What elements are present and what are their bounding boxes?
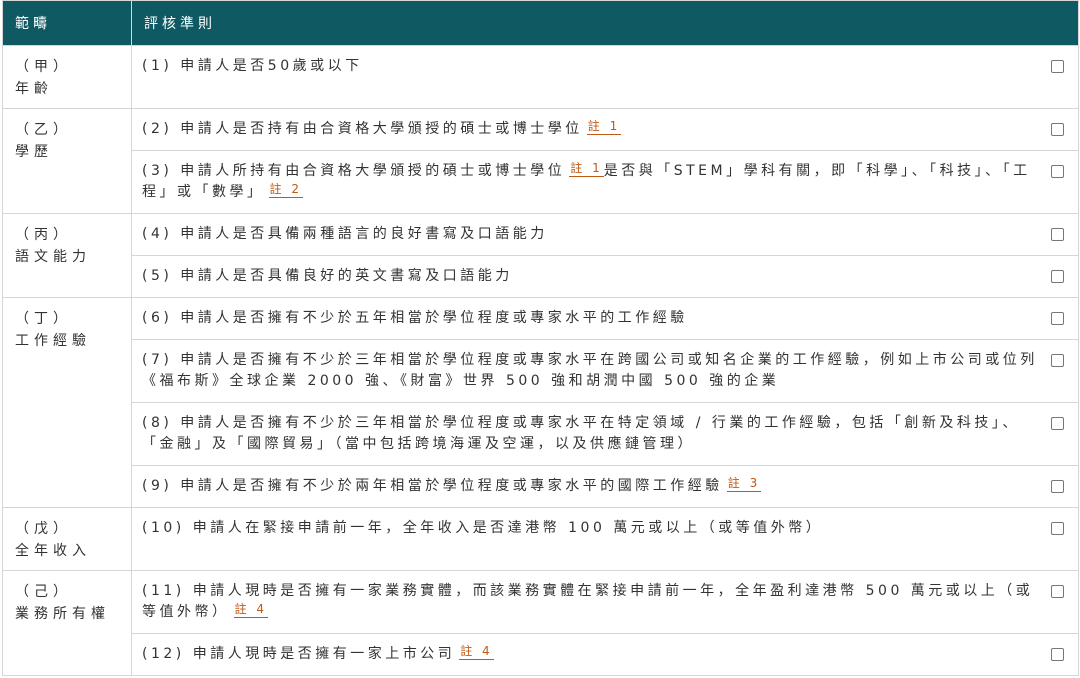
table-row: (3) 申請人所持有由合資格大學頒授的碩士或博士學位註 1是否與「STEM」學科… xyxy=(3,150,1079,214)
criterion-1: (1) 申請人是否50歲或以下 xyxy=(131,45,1079,109)
criterion-9: (9) 申請人是否擁有不少於兩年相當於學位程度或專家水平的國際工作經驗註 3 xyxy=(131,465,1079,508)
category-cell-annual-income: （戊） 全年收入 xyxy=(2,507,132,571)
category-label: 語文能力 xyxy=(15,249,91,265)
criterion-1-checkbox[interactable] xyxy=(1051,60,1064,73)
criterion-text: (2) 申請人是否持有由合資格大學頒授的碩士或博士學位 xyxy=(142,121,583,137)
table-header-row: 範疇 評核準則 xyxy=(2,0,1079,46)
table-row: （甲） 年齡 (1) 申請人是否50歲或以下 xyxy=(2,45,1079,109)
category-cell-education: （乙） 學歷 xyxy=(2,108,132,214)
criterion-3: (3) 申請人所持有由合資格大學頒授的碩士或博士學位註 1是否與「STEM」學科… xyxy=(131,150,1079,214)
criterion-text: (7) 申請人是否擁有不少於三年相當於學位程度或專家水平在跨國公司或知名企業的工… xyxy=(142,352,1038,389)
category-cell-age: （甲） 年齡 xyxy=(2,45,132,109)
table-row: (9) 申請人是否擁有不少於兩年相當於學位程度或專家水平的國際工作經驗註 3 xyxy=(3,465,1079,508)
criterion-11: (11) 申請人現時是否擁有一家業務實體，而該業務實體在緊接申請前一年，全年盈利… xyxy=(131,570,1079,634)
criterion-8-checkbox[interactable] xyxy=(1051,417,1064,430)
criterion-10-checkbox[interactable] xyxy=(1051,522,1064,535)
criterion-text: (5) 申請人是否具備良好的英文書寫及口語能力 xyxy=(142,268,513,284)
table-row: （戊） 全年收入 (10) 申請人在緊接申請前一年，全年收入是否達港幣 100 … xyxy=(2,507,1079,571)
criterion-text: (11) 申請人現時是否擁有一家業務實體，而該業務實體在緊接申請前一年，全年盈利… xyxy=(142,583,1034,620)
category-cell-language: （丙） 語文能力 xyxy=(2,213,132,298)
criterion-text: (8) 申請人是否擁有不少於三年相當於學位程度或專家水平在特定領域 / 行業的工… xyxy=(142,415,1020,452)
category-label: 業務所有權 xyxy=(15,606,110,622)
table-row: （丁） 工作經驗 (6) 申請人是否擁有不少於五年相當於學位程度或專家水平的工作… xyxy=(2,297,1079,508)
category-label: 年齡 xyxy=(15,81,53,97)
criterion-10: (10) 申請人在緊接申請前一年，全年收入是否達港幣 100 萬元或以上（或等值… xyxy=(131,507,1079,571)
category-cell-work-experience: （丁） 工作經驗 xyxy=(2,297,132,508)
category-label: 全年收入 xyxy=(15,543,91,559)
footnote-link[interactable]: 註 3 xyxy=(726,476,762,492)
category-label: 學歷 xyxy=(15,144,53,160)
category-code: （甲） xyxy=(15,59,72,75)
category-code: （丁） xyxy=(15,311,72,327)
category-code: （己） xyxy=(15,584,72,600)
criterion-7-checkbox[interactable] xyxy=(1051,354,1064,367)
footnote-link[interactable]: 註 1 xyxy=(569,161,604,177)
assessment-table: 範疇 評核準則 （甲） 年齡 (1) 申請人是否50歲或以下 （乙） 學歷 (2… xyxy=(2,0,1079,676)
criterion-11-checkbox[interactable] xyxy=(1051,585,1064,598)
footnote-link[interactable]: 註 2 xyxy=(268,182,303,198)
criterion-2: (2) 申請人是否持有由合資格大學頒授的碩士或博士學位註 1 xyxy=(131,108,1079,151)
criterion-4: (4) 申請人是否具備兩種語言的良好書寫及口語能力 xyxy=(131,213,1079,256)
criterion-text: (10) 申請人在緊接申請前一年，全年收入是否達港幣 100 萬元或以上（或等值… xyxy=(142,520,824,536)
table-row: (5) 申請人是否具備良好的英文書寫及口語能力 xyxy=(3,255,1079,298)
criterion-text: (3) 申請人所持有由合資格大學頒授的碩士或博士學位 xyxy=(142,163,566,179)
criterion-text: (6) 申請人是否擁有不少於五年相當於學位程度或專家水平的工作經驗 xyxy=(142,310,688,326)
table-row: (7) 申請人是否擁有不少於三年相當於學位程度或專家水平在跨國公司或知名企業的工… xyxy=(3,339,1079,403)
criterion-8: (8) 申請人是否擁有不少於三年相當於學位程度或專家水平在特定領域 / 行業的工… xyxy=(131,402,1079,466)
criterion-text: (1) 申請人是否50歲或以下 xyxy=(142,58,363,74)
table-row: （己） 業務所有權 (11) 申請人現時是否擁有一家業務實體，而該業務實體在緊接… xyxy=(2,570,1079,676)
criterion-12: (12) 申請人現時是否擁有一家上市公司註 4 xyxy=(131,633,1079,676)
category-code: （乙） xyxy=(15,122,72,138)
table-row: (12) 申請人現時是否擁有一家上市公司註 4 xyxy=(3,633,1079,676)
category-cell-business-ownership: （己） 業務所有權 xyxy=(2,570,132,676)
criteria-header: 評核準則 xyxy=(131,0,1079,46)
criterion-text: (4) 申請人是否具備兩種語言的良好書寫及口語能力 xyxy=(142,226,548,242)
category-label: 工作經驗 xyxy=(15,333,91,349)
category-code: （戊） xyxy=(15,521,72,537)
category-header: 範疇 xyxy=(2,0,132,46)
criterion-12-checkbox[interactable] xyxy=(1051,648,1064,661)
criterion-5: (5) 申請人是否具備良好的英文書寫及口語能力 xyxy=(131,255,1079,298)
criterion-6: (6) 申請人是否擁有不少於五年相當於學位程度或專家水平的工作經驗 xyxy=(131,297,1079,340)
criterion-9-checkbox[interactable] xyxy=(1051,480,1064,493)
criterion-5-checkbox[interactable] xyxy=(1051,270,1064,283)
table-row: （丙） 語文能力 (4) 申請人是否具備兩種語言的良好書寫及口語能力 xyxy=(2,213,1079,298)
criterion-3-checkbox[interactable] xyxy=(1051,165,1064,178)
footnote-link[interactable]: 註 4 xyxy=(233,602,268,618)
criterion-6-checkbox[interactable] xyxy=(1051,312,1064,325)
criterion-4-checkbox[interactable] xyxy=(1051,228,1064,241)
table-row: (8) 申請人是否擁有不少於三年相當於學位程度或專家水平在特定領域 / 行業的工… xyxy=(3,402,1079,466)
criterion-text: (9) 申請人是否擁有不少於兩年相當於學位程度或專家水平的國際工作經驗 xyxy=(142,478,723,494)
criterion-text: (12) 申請人現時是否擁有一家上市公司 xyxy=(142,646,456,662)
category-code: （丙） xyxy=(15,227,72,243)
criterion-2-checkbox[interactable] xyxy=(1051,123,1064,136)
footnote-link[interactable]: 註 4 xyxy=(459,644,494,660)
criterion-7: (7) 申請人是否擁有不少於三年相當於學位程度或專家水平在跨國公司或知名企業的工… xyxy=(131,339,1079,403)
footnote-link[interactable]: 註 1 xyxy=(586,119,622,135)
table-row: （乙） 學歷 (2) 申請人是否持有由合資格大學頒授的碩士或博士學位註 1 xyxy=(2,108,1079,214)
